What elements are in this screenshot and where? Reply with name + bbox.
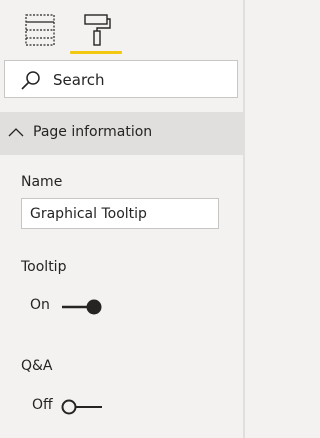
tooltip-toggle-state: On: [30, 297, 50, 313]
table-grid-icon: [25, 14, 55, 46]
name-label: Name: [21, 174, 63, 190]
name-field[interactable]: [21, 198, 219, 229]
active-tab-indicator: [70, 51, 122, 54]
tab-fields[interactable]: [20, 10, 62, 50]
qa-label: Q&A: [21, 358, 53, 374]
chevron-up-icon: [8, 128, 24, 137]
qa-toggle-state: Off: [32, 397, 53, 413]
paint-roller-icon: [84, 14, 111, 46]
tooltip-label: Tooltip: [21, 259, 67, 275]
search-input[interactable]: Search: [53, 71, 105, 89]
qa-toggle[interactable]: Off: [32, 396, 112, 418]
search-box[interactable]: Search: [4, 60, 238, 98]
format-pane: Search Page information Name Tooltip On …: [0, 0, 245, 438]
section-page-information[interactable]: Page information: [0, 112, 245, 155]
search-icon: [21, 71, 40, 90]
section-title: Page information: [33, 124, 153, 140]
toggle-off-icon: [61, 399, 102, 415]
toggle-on-icon: [62, 299, 102, 315]
tooltip-toggle[interactable]: On: [30, 296, 110, 318]
tab-format[interactable]: [70, 10, 122, 54]
